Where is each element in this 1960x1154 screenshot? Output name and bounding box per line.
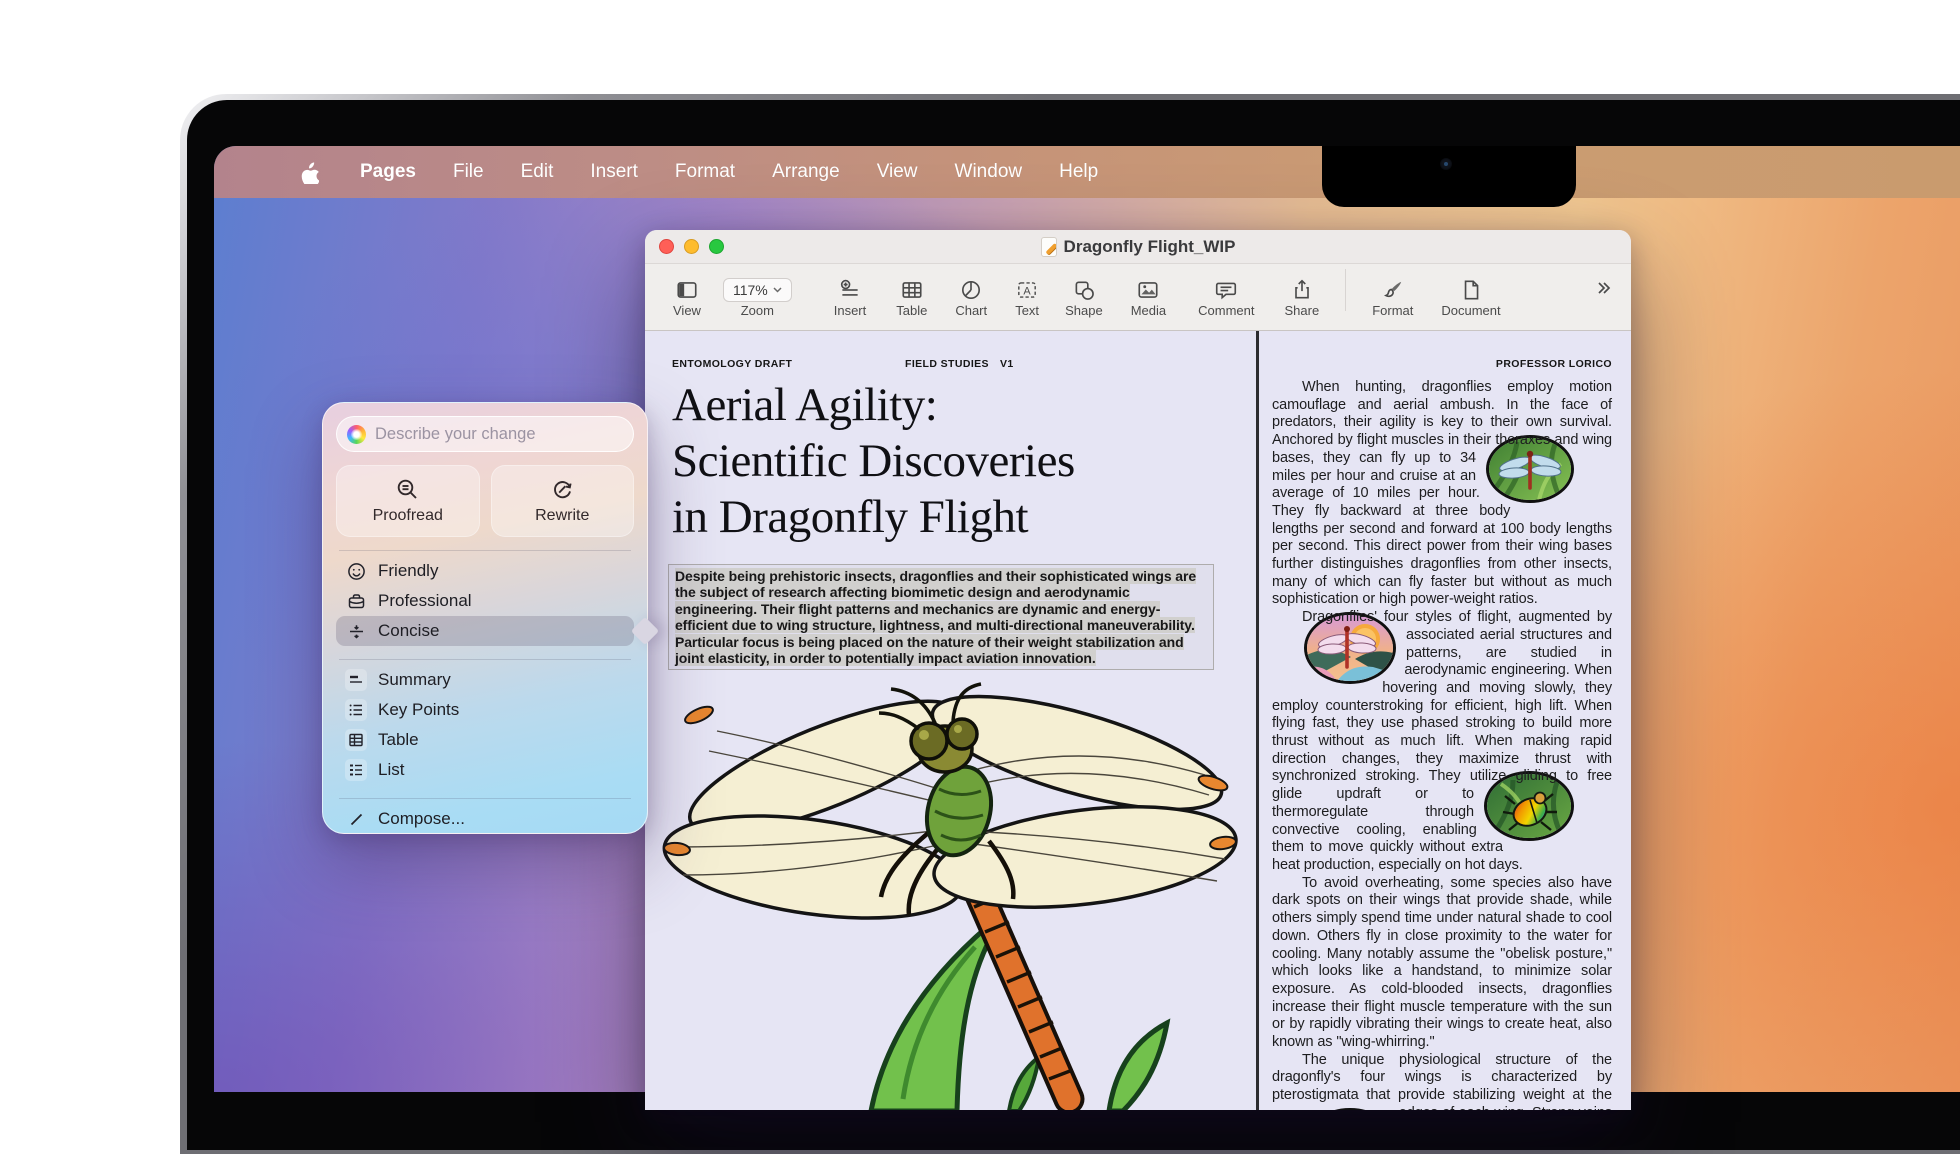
media-photo-icon	[1136, 278, 1160, 302]
camera-dot	[1440, 158, 1452, 170]
proofread-magnifier-icon	[396, 478, 419, 501]
briefcase-icon	[345, 590, 367, 612]
rewrite-icon	[551, 478, 574, 501]
toolbar: View 117% Zoom Insert Table Chart A Text	[645, 264, 1631, 331]
minimize-button[interactable]	[684, 239, 699, 254]
smiley-icon	[345, 560, 367, 582]
traffic-lights	[645, 239, 724, 254]
article-title[interactable]: Aerial Agility: Scientific Discoveries i…	[672, 377, 1232, 545]
zoom-window-button[interactable]	[709, 239, 724, 254]
menu-item-edit[interactable]: Edit	[521, 161, 554, 183]
chevron-down-icon	[773, 287, 782, 293]
dragonfly-illustration[interactable]	[657, 679, 1243, 1110]
display-notch	[1322, 146, 1576, 207]
tone-option-professional[interactable]: Professional	[336, 586, 634, 616]
zoom-value: 117%	[733, 282, 768, 298]
divider	[339, 550, 631, 551]
media-button[interactable]: Media	[1131, 278, 1166, 317]
format-button[interactable]: Format	[1372, 278, 1413, 317]
view-sidebar-icon	[675, 278, 699, 302]
zoom-dropdown[interactable]: 117%	[723, 278, 792, 302]
shape-button[interactable]: Shape	[1065, 278, 1103, 317]
describe-change-input[interactable]	[336, 416, 634, 452]
comment-bubble-icon	[1214, 278, 1238, 302]
compress-icon	[345, 620, 367, 642]
document-button[interactable]: Document	[1441, 278, 1500, 317]
menu-item-format[interactable]: Format	[675, 161, 735, 183]
transform-option-key-points[interactable]: Key Points	[336, 695, 634, 725]
pages-window: Dragonfly Flight_WIP View 117% Zoom Inse…	[645, 230, 1631, 1110]
header-version: V1	[1000, 358, 1014, 370]
document-canvas[interactable]: ENTOMOLOGY DRAFT FIELD STUDIES V1 Aerial…	[645, 331, 1631, 1110]
tone-option-concise[interactable]: Concise	[336, 616, 634, 646]
paragraph-1[interactable]: When hunting, dragonflies employ motion …	[1272, 379, 1612, 609]
key-points-icon	[345, 699, 367, 721]
toolbar-overflow-button[interactable]	[1591, 279, 1613, 302]
document-page-icon	[1459, 278, 1483, 302]
page-right[interactable]: PROFESSOR LORICO When hunting, dragonfli…	[1259, 331, 1631, 1110]
format-brush-icon	[1381, 278, 1405, 302]
paragraph-2[interactable]: Dragonflies'	[1272, 609, 1612, 875]
menu-item-view[interactable]: View	[877, 161, 918, 183]
transform-option-table[interactable]: Table	[336, 725, 634, 755]
menu-item-arrange[interactable]: Arrange	[772, 161, 840, 183]
menu-item-insert[interactable]: Insert	[590, 161, 638, 183]
chevrons-right-icon	[1591, 279, 1613, 297]
article-body-column[interactable]: When hunting, dragonflies employ motion …	[1272, 379, 1612, 1110]
table-icon	[900, 278, 924, 302]
divider	[339, 659, 631, 660]
table-grid-icon	[345, 729, 367, 751]
comment-button[interactable]: Comment	[1198, 278, 1254, 317]
menu-bar: Pages File Edit Insert Format Arrange Vi…	[214, 146, 1960, 198]
insert-button[interactable]: Insert	[834, 278, 867, 317]
proofread-button[interactable]: Proofread	[336, 465, 480, 537]
apple-menu-icon[interactable]	[300, 159, 322, 185]
view-button[interactable]: View	[673, 278, 701, 317]
document-icon	[1041, 237, 1057, 257]
window-title: Dragonfly Flight_WIP	[1064, 237, 1236, 257]
transform-option-summary[interactable]: Summary	[336, 665, 634, 695]
divider	[339, 798, 631, 799]
tone-option-friendly[interactable]: Friendly	[336, 556, 634, 586]
svg-text:A: A	[1023, 285, 1031, 297]
text-button[interactable]: A Text	[1015, 278, 1039, 317]
rewrite-button[interactable]: Rewrite	[491, 465, 635, 537]
menu-item-file[interactable]: File	[453, 161, 484, 183]
page-left[interactable]: ENTOMOLOGY DRAFT FIELD STUDIES V1 Aerial…	[645, 331, 1256, 1110]
paragraph-4[interactable]: The unique physiological structure of th…	[1272, 1052, 1612, 1110]
apple-intelligence-icon	[347, 425, 366, 444]
paragraph-3[interactable]: To avoid overheating, some species also …	[1272, 875, 1612, 1052]
menu-item-window[interactable]: Window	[955, 161, 1023, 183]
share-icon	[1290, 278, 1314, 302]
text-box-icon: A	[1015, 278, 1039, 302]
header-field-studies: FIELD STUDIES	[905, 358, 989, 370]
selected-paragraph-box[interactable]: Despite being prehistoric insects, drago…	[668, 564, 1214, 670]
toolbar-divider	[1345, 269, 1346, 311]
menu-item-help[interactable]: Help	[1059, 161, 1098, 183]
insert-icon	[838, 278, 862, 302]
list-icon	[345, 759, 367, 781]
table-button[interactable]: Table	[896, 278, 927, 317]
compose-pencil-icon	[345, 808, 367, 830]
selected-intro-text[interactable]: Despite being prehistoric insects, drago…	[675, 568, 1196, 666]
header-professor: PROFESSOR LORICO	[1496, 358, 1612, 370]
chart-button[interactable]: Chart	[955, 278, 987, 317]
close-button[interactable]	[659, 239, 674, 254]
window-title-bar[interactable]: Dragonfly Flight_WIP	[645, 230, 1631, 264]
menu-item-pages[interactable]: Pages	[360, 161, 416, 183]
zoom-control[interactable]: 117% Zoom	[723, 278, 792, 317]
header-entomology: ENTOMOLOGY DRAFT	[672, 358, 792, 370]
blue-butterfly-oval-photo[interactable]	[1304, 1108, 1396, 1110]
share-button[interactable]: Share	[1285, 278, 1320, 317]
chart-pie-icon	[959, 278, 983, 302]
writing-tools-popup: Proofread Rewrite Friendly Professional …	[322, 402, 648, 834]
transform-option-list[interactable]: List	[336, 755, 634, 785]
describe-change-field[interactable]	[336, 416, 634, 452]
summary-icon	[345, 669, 367, 691]
compose-option[interactable]: Compose...	[336, 804, 634, 834]
shape-icon	[1072, 278, 1096, 302]
